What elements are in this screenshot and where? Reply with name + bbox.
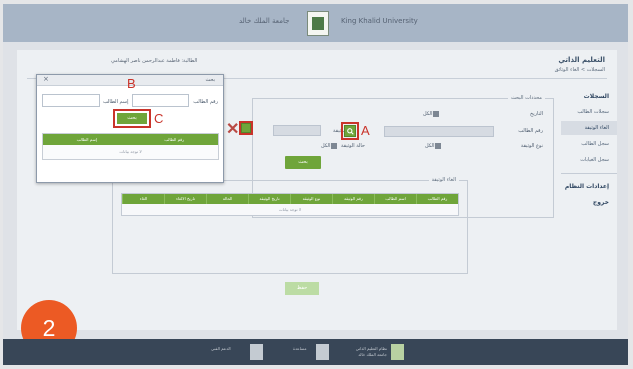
- help-icon[interactable]: [316, 344, 329, 360]
- footer-help-text[interactable]: مساعدة: [293, 346, 307, 352]
- footer: الدعم الفني مساعدة نظام التعليم الذاتي ج…: [3, 339, 628, 365]
- results-legend: الغاء الوثيقة: [428, 177, 459, 183]
- column-header: نوع الوثيقة: [290, 194, 332, 204]
- date-value[interactable]: الكل: [423, 111, 432, 117]
- column-header: تاريخ الالغاء: [164, 194, 206, 204]
- results-table-header: الغاء تاريخ الالغاء الحالة تاريخ الوثيقة…: [122, 194, 458, 204]
- sidebar-section-settings[interactable]: إعدادات النظام: [561, 180, 617, 195]
- document-type-label: نوع الوثيقة: [520, 143, 543, 149]
- sidebar: السجلات سجلات الطالب الغاء الوثيقة سجل ا…: [561, 90, 617, 206]
- document-type-dropdown-icon[interactable]: [435, 143, 441, 149]
- column-header: رقم الطالب: [164, 137, 185, 142]
- document-status-label: حالة الوثيقة: [341, 143, 366, 149]
- highlight-box-a: [341, 122, 359, 140]
- sidebar-item-absence-log[interactable]: سجل الغيابات: [561, 153, 617, 167]
- highlight-box-c: [113, 109, 151, 128]
- sidebar-item-student-records[interactable]: سجلات الطالب: [561, 105, 617, 119]
- results-group: الغاء الوثيقة الغاء تاريخ الالغاء الحالة…: [112, 177, 468, 295]
- column-header: الحالة: [206, 194, 248, 204]
- column-header: اسم الطالب: [374, 194, 416, 204]
- column-header: إسم الطالب: [76, 137, 97, 142]
- close-icon[interactable]: ×: [43, 75, 49, 83]
- sidebar-item-student-log[interactable]: سجل الطالب: [561, 137, 617, 151]
- dialog-student-number-label: رقم الطالب: [193, 99, 218, 105]
- footer-system-text: نظام التعليم الذاتي جامعة الملك خالد: [347, 346, 387, 358]
- dialog-student-name-label: إسم الطالب: [103, 99, 129, 105]
- document-type-value[interactable]: الكل: [425, 143, 434, 149]
- dialog-results-table: إسم الطالب رقم الطالب لا توجد بيانات: [42, 133, 219, 160]
- search-button[interactable]: بحث: [285, 156, 321, 169]
- calendar-icon[interactable]: [433, 111, 439, 117]
- highlight-box-doc: [239, 121, 253, 135]
- dialog-student-name-input[interactable]: [42, 94, 100, 107]
- university-footer-logo: [391, 344, 404, 360]
- document-number-field[interactable]: [273, 125, 321, 136]
- top-header: جامعة الملك خالد King Khalid University: [3, 4, 628, 42]
- column-header: رقم الوثيقة: [332, 194, 374, 204]
- cross-mark-icon: ✕: [226, 121, 240, 138]
- search-criteria-legend: محددات البحث: [507, 95, 545, 101]
- date-label: التاريخ: [530, 111, 543, 117]
- annotation-label-b: B: [127, 76, 136, 91]
- sidebar-divider: [561, 173, 617, 174]
- footer-system-line1: نظام التعليم الذاتي: [355, 346, 387, 351]
- footer-support-text[interactable]: الدعم الفني: [211, 346, 231, 352]
- document-status-value[interactable]: الكل: [321, 143, 330, 149]
- column-header: تاريخ الوثيقة: [248, 194, 290, 204]
- footer-system-line2: جامعة الملك خالد: [358, 352, 387, 357]
- annotation-label-a: A: [361, 123, 370, 138]
- logout-link[interactable]: خروج: [561, 199, 617, 206]
- annotation-label-c: C: [154, 111, 164, 126]
- breadcrumb[interactable]: السجلات > الغاء الوثائق: [555, 67, 605, 73]
- student-number-label: رقم الطالب: [518, 128, 543, 134]
- student-number-field[interactable]: [384, 126, 494, 137]
- dialog-student-number-input[interactable]: [132, 94, 189, 107]
- university-name-en: King Khalid University: [341, 17, 418, 25]
- column-header: رقم الطالب: [416, 194, 458, 204]
- dialog-title: بحث: [205, 77, 215, 83]
- save-button[interactable]: حفظ: [285, 282, 319, 295]
- user-name: الطالبة: فاطمة عبدالرحمن ناصر الهشامي: [111, 58, 198, 64]
- results-empty-message: لا توجد بيانات: [278, 207, 302, 212]
- dialog-empty-message: لا توجد بيانات: [43, 145, 218, 159]
- column-header: الغاء: [122, 194, 164, 204]
- app-screen: جامعة الملك خالد King Khalid University …: [3, 4, 628, 365]
- support-icon[interactable]: [250, 344, 263, 360]
- page-title: التعليم الذاتي: [558, 56, 605, 64]
- document-status-dropdown-icon[interactable]: [331, 143, 337, 149]
- dialog-table-header: إسم الطالب رقم الطالب: [43, 134, 218, 145]
- student-search-dialog: × بحث رقم الطالب إسم الطالب بحث C B إسم …: [36, 74, 224, 183]
- sidebar-item-cancel-document[interactable]: الغاء الوثيقة: [561, 121, 617, 135]
- results-table: الغاء تاريخ الالغاء الحالة تاريخ الوثيقة…: [121, 193, 459, 216]
- sidebar-section-title[interactable]: السجلات: [561, 90, 617, 105]
- university-name-ar: جامعة الملك خالد: [239, 17, 290, 25]
- university-logo: [307, 11, 329, 36]
